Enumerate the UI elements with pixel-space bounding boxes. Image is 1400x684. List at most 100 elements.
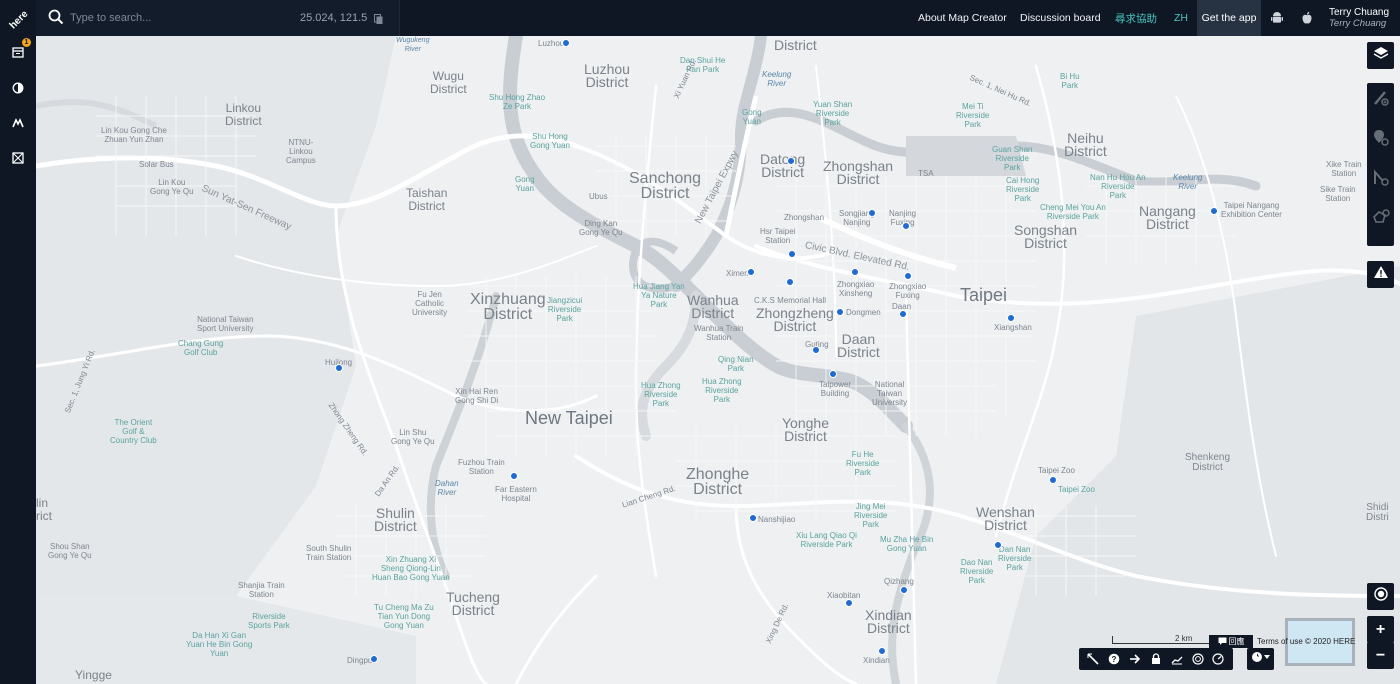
- chat-icon: [1218, 637, 1227, 647]
- add-area-icon: [1372, 209, 1390, 232]
- poi-label: Lin Kou Gong Ye Qu: [150, 178, 194, 196]
- nav-about[interactable]: About Map Creator: [918, 0, 1007, 36]
- map-label: Datong District: [760, 151, 806, 180]
- user-name: Terry Chuang: [1329, 7, 1390, 18]
- map-label: Shidi Distri: [1366, 502, 1389, 523]
- metro-station-marker[interactable]: [749, 514, 757, 522]
- help-icon[interactable]: ?: [1106, 651, 1122, 667]
- station-label: Qizhang: [884, 577, 914, 586]
- metro-station-marker[interactable]: [904, 272, 912, 280]
- user-subtitle: Terry Chuang: [1329, 18, 1387, 29]
- map-label: New Taipei: [525, 408, 613, 428]
- copy-icon[interactable]: [374, 12, 384, 30]
- metro-station-marker[interactable]: [1049, 476, 1057, 484]
- language-toggle[interactable]: ZH: [1174, 0, 1188, 36]
- lock-icon[interactable]: [1148, 651, 1164, 667]
- poi-label: Ding Kan Gong Ye Qu: [579, 219, 623, 237]
- svg-text:here: here: [8, 8, 31, 31]
- metro-station-marker[interactable]: [812, 346, 820, 354]
- report-button[interactable]: [1367, 261, 1394, 288]
- poi-label: Fuzhou Train Station: [458, 458, 505, 476]
- get-app-button[interactable]: Get the app: [1197, 0, 1261, 36]
- metro-station-marker[interactable]: [899, 310, 907, 318]
- search-icon[interactable]: [48, 9, 64, 30]
- water-label: Dahan River: [435, 479, 459, 497]
- feedback-button[interactable]: 回應: [1209, 635, 1253, 648]
- station-label: Xiangshan: [994, 323, 1032, 332]
- station-label: Xindian: [863, 656, 890, 665]
- metro-station-marker[interactable]: [868, 209, 876, 217]
- poi-label: Lin Kou Gong Che Zhuan Yun Zhan: [101, 126, 167, 144]
- coordinates-readout: 25.024, 121.5: [300, 12, 368, 24]
- metro-station-marker[interactable]: [836, 308, 844, 316]
- poi-label: Dan Shui He Pan Park: [680, 56, 726, 74]
- metro-station-marker[interactable]: [845, 599, 853, 607]
- warning-icon: [1373, 265, 1389, 284]
- add-area-button[interactable]: [1367, 207, 1394, 234]
- poi-label: Dan Nan Riverside Park: [998, 545, 1032, 572]
- metro-station-marker[interactable]: [878, 647, 886, 655]
- poi-label: TSA: [918, 169, 934, 178]
- metro-station-marker[interactable]: [900, 586, 908, 594]
- zoom-out-button[interactable]: −: [1367, 642, 1394, 669]
- map-label: lin rict: [36, 496, 52, 523]
- zoom-in-button[interactable]: +: [1367, 616, 1394, 643]
- map-label: Nangang District: [1139, 203, 1196, 232]
- layers-button[interactable]: [1367, 42, 1394, 69]
- metro-station-marker[interactable]: [370, 655, 378, 663]
- road-icon[interactable]: [8, 113, 28, 133]
- profile-icon[interactable]: [1169, 651, 1185, 667]
- metro-station-marker[interactable]: [994, 541, 1002, 549]
- map-label: Shulin District: [374, 505, 417, 534]
- measure-icon[interactable]: [1085, 651, 1101, 667]
- poi-label: Fu He Riverside Park: [846, 450, 880, 477]
- nav-help[interactable]: 尋求協助: [1115, 0, 1157, 36]
- metro-station-marker[interactable]: [829, 370, 837, 378]
- poi-label: Jiangzicui Riverside Park: [547, 296, 583, 323]
- metro-station-marker[interactable]: [1007, 314, 1015, 322]
- poi-label: Sike Train Station: [1320, 185, 1356, 203]
- poi-label: Ubus: [589, 192, 608, 201]
- apple-icon[interactable]: [1298, 9, 1316, 27]
- terms-link[interactable]: Terms of use © 2020 HERE: [1257, 637, 1355, 646]
- map-canvas[interactable]: District Luzhou District Wugu District L…: [36, 36, 1400, 684]
- poi-label: Xin Zhuang Xi Sheng Qiong-Lin Huan Bao G…: [372, 555, 450, 582]
- map-label: Yonghe District: [782, 415, 829, 444]
- poi-label: Taipower Building: [819, 380, 852, 398]
- speed-icon[interactable]: [1210, 651, 1226, 667]
- locate-button[interactable]: [1367, 583, 1394, 610]
- here-logo[interactable]: here: [4, 5, 32, 33]
- metro-station-marker[interactable]: [788, 250, 796, 258]
- station-label: Xiaobitan: [827, 591, 861, 600]
- arrow-icon[interactable]: [1127, 651, 1143, 667]
- metro-station-marker[interactable]: [335, 364, 343, 372]
- search-input[interactable]: [70, 8, 270, 28]
- map-label: Wugu District: [430, 69, 467, 96]
- metro-station-marker[interactable]: [510, 472, 518, 480]
- metro-station-marker[interactable]: [902, 222, 910, 230]
- poi-label: Bi Hu Park: [1060, 72, 1080, 90]
- user-menu[interactable]: Terry Chuang Terry Chuang: [1329, 7, 1389, 29]
- poi-label: Gong Yuan: [742, 108, 762, 126]
- metro-station-marker[interactable]: [786, 278, 794, 286]
- target-icon[interactable]: [1190, 651, 1206, 667]
- add-poi-button[interactable]: [1367, 127, 1394, 154]
- poi-label: Hua Jiang Yan Ya Nature Park: [633, 282, 685, 309]
- calendar-icon[interactable]: 1: [8, 38, 31, 62]
- poi-label: NTNU- Linkou Campus: [286, 138, 316, 165]
- contrast-icon[interactable]: [8, 78, 28, 98]
- metro-station-marker[interactable]: [562, 39, 570, 47]
- metro-station-marker[interactable]: [851, 268, 859, 276]
- add-node-button[interactable]: [1367, 167, 1394, 194]
- metro-station-marker[interactable]: [747, 268, 755, 276]
- metro-station-marker[interactable]: [1210, 207, 1218, 215]
- map-grid-icon[interactable]: [8, 148, 28, 168]
- compass-dropdown[interactable]: [1247, 648, 1274, 670]
- poi-label: Xiu Lang Qiao Qi Riverside Park: [796, 531, 857, 549]
- nav-discussion[interactable]: Discussion board: [1020, 0, 1101, 36]
- poi-label: Shu Hong Zhao Ze Park: [489, 93, 546, 111]
- map-label: Yingge: [75, 668, 112, 682]
- metro-station-marker[interactable]: [787, 157, 795, 165]
- add-road-button[interactable]: [1367, 87, 1394, 114]
- android-icon[interactable]: [1268, 9, 1286, 27]
